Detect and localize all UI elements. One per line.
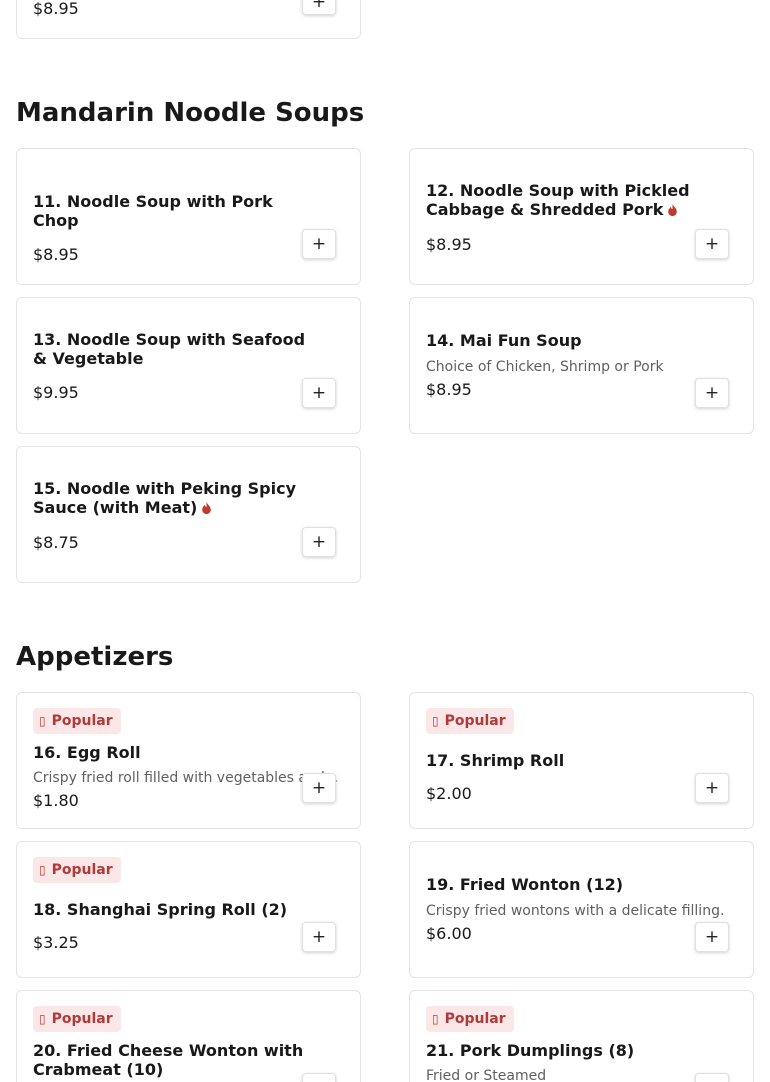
item-name: 17. Shrimp Roll bbox=[426, 751, 565, 770]
popular-badge: ▯ Popular bbox=[33, 708, 121, 734]
popular-icon: ▯ bbox=[432, 714, 439, 728]
item-price: $8.75 bbox=[33, 533, 79, 552]
add-item-button[interactable]: + bbox=[302, 527, 336, 557]
item-name: 21. Pork Dumplings (8) bbox=[426, 1041, 635, 1060]
popular-icon: ▯ bbox=[39, 1012, 46, 1026]
item-name: 15. Noodle with Peking Spicy Sauce (with… bbox=[33, 479, 297, 517]
popular-badge: ▯ Popular bbox=[33, 1006, 121, 1032]
item-description: Crispy fried wontons with a delicate fil… bbox=[426, 903, 725, 919]
item-price: $8.95 bbox=[426, 380, 472, 399]
section-title: Mandarin Noodle Soups bbox=[16, 98, 365, 128]
item-name: 11. Noodle Soup with Pork Chop bbox=[33, 192, 273, 230]
menu-item-card[interactable]: ▯ Popular 16. Egg Roll Crispy fried roll … bbox=[16, 692, 361, 829]
item-description: Choice of Chicken, Shrimp or Pork bbox=[426, 359, 664, 375]
item-price: $8.95 bbox=[33, 245, 79, 264]
menu-item-card[interactable]: 14. Mai Fun Soup Choice of Chicken, Shri… bbox=[409, 297, 754, 434]
item-description: Crispy fried roll filled with vegetables… bbox=[33, 770, 339, 786]
add-item-button[interactable]: + bbox=[302, 1073, 336, 1082]
popular-icon: ▯ bbox=[39, 863, 46, 877]
item-name: 13. Noodle Soup with Seafood & Vegetable bbox=[33, 330, 306, 368]
popular-badge: ▯ Popular bbox=[426, 1006, 514, 1032]
popular-badge: ▯ Popular bbox=[426, 708, 514, 734]
popular-icon: ▯ bbox=[432, 1012, 439, 1026]
menu-item-card[interactable]: 15. Noodle with Peking Spicy Sauce (with… bbox=[16, 446, 361, 583]
item-price: $1.80 bbox=[33, 791, 79, 810]
add-item-button[interactable]: + bbox=[695, 773, 729, 803]
menu-item-card[interactable]: 11. Noodle Soup with Pork Chop $8.95 + bbox=[16, 148, 361, 285]
add-item-button[interactable]: + bbox=[695, 1073, 729, 1082]
item-description: Fried or Steamed bbox=[426, 1068, 547, 1082]
item-name: 14. Mai Fun Soup bbox=[426, 331, 582, 350]
popular-icon: ▯ bbox=[39, 714, 46, 728]
menu-item-card[interactable]: ▯ Popular 21. Pork Dumplings (8) Fried or… bbox=[409, 990, 754, 1082]
add-item-button[interactable]: + bbox=[695, 378, 729, 408]
menu-item-card[interactable]: 19. Fried Wonton (12) Crispy fried wonto… bbox=[409, 841, 754, 978]
menu-item-card[interactable]: ▯ Popular 17. Shrimp Roll $2.00 + bbox=[409, 692, 754, 829]
add-item-button[interactable]: + bbox=[695, 922, 729, 952]
spicy-icon bbox=[202, 502, 212, 514]
item-name: 16. Egg Roll bbox=[33, 743, 141, 762]
add-item-button[interactable]: + bbox=[302, 229, 336, 259]
item-name: 12. Noodle Soup with Pickled Cabbage & S… bbox=[426, 181, 690, 219]
add-item-button[interactable]: + bbox=[302, 0, 336, 15]
item-price: $2.00 bbox=[426, 784, 472, 803]
item-name: 18. Shanghai Spring Roll (2) bbox=[33, 900, 288, 919]
add-item-button[interactable]: + bbox=[302, 922, 336, 952]
add-item-button[interactable]: + bbox=[302, 773, 336, 803]
item-price: $3.25 bbox=[33, 933, 79, 952]
menu-item-card[interactable]: ▯ Popular 18. Shanghai Spring Roll (2) $3… bbox=[16, 841, 361, 978]
menu-item-card[interactable]: 12. Noodle Soup with Pickled Cabbage & S… bbox=[409, 148, 754, 285]
add-item-button[interactable]: + bbox=[302, 378, 336, 408]
spicy-icon bbox=[668, 204, 678, 216]
item-name: 19. Fried Wonton (12) bbox=[426, 875, 624, 894]
menu-item-card[interactable]: 13. Noodle Soup with Seafood & Vegetable… bbox=[16, 297, 361, 434]
section-title: Appetizers bbox=[16, 642, 174, 672]
menu-item-card[interactable]: ▯ Popular 20. Fried Cheese Wonton with Cr… bbox=[16, 990, 361, 1082]
menu-item-card[interactable]: $8.95 + bbox=[16, 0, 361, 39]
item-name: 20. Fried Cheese Wonton with Crabmeat (1… bbox=[33, 1041, 304, 1079]
item-price: $8.95 bbox=[426, 235, 472, 254]
item-price: $8.95 bbox=[33, 0, 79, 18]
item-price: $9.95 bbox=[33, 383, 79, 402]
add-item-button[interactable]: + bbox=[695, 229, 729, 259]
item-price: $6.00 bbox=[426, 924, 472, 943]
popular-badge: ▯ Popular bbox=[33, 857, 121, 883]
